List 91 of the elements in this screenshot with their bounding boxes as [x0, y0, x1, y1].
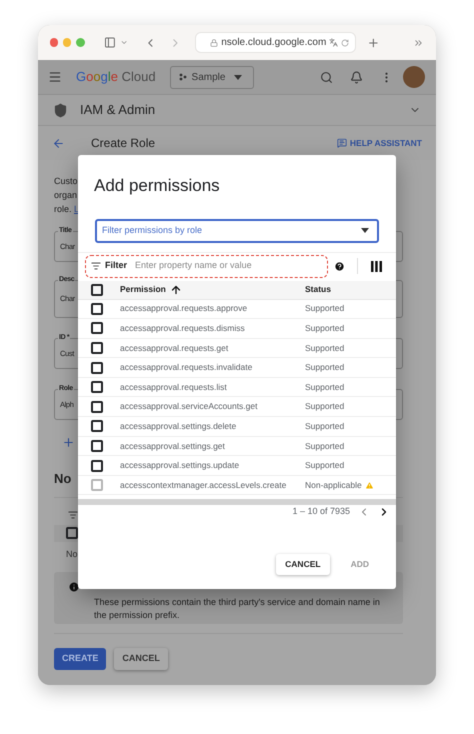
checkbox[interactable] — [91, 302, 103, 315]
checkbox[interactable] — [91, 284, 103, 296]
table-row[interactable]: accessapproval.requests.get Supported — [78, 338, 396, 358]
filter-label: Filter — [105, 259, 128, 272]
caret-icon — [234, 74, 242, 80]
table-row[interactable]: accessapproval.settings.get Supported — [78, 436, 396, 456]
empty-text: No — [66, 548, 78, 560]
checkbox[interactable] — [91, 479, 103, 492]
sidebar-icon[interactable] — [104, 36, 116, 49]
permission-cell: accessapproval.settings.delete — [120, 420, 236, 433]
sort-ascending-icon[interactable] — [170, 284, 182, 296]
table-row[interactable]: accessapproval.serviceAccounts.get Supported — [78, 397, 396, 418]
table-row[interactable]: accessapproval.requests.approve Supported — [78, 300, 396, 320]
checkbox[interactable] — [91, 420, 103, 432]
create-button[interactable]: CREATE — [54, 648, 106, 670]
select-placeholder: Filter permissions by role — [102, 224, 202, 237]
intro-text: Custo — [54, 175, 78, 188]
table-row[interactable]: accessapproval.settings.delete Supported — [78, 417, 396, 437]
status-cell: Supported — [305, 440, 344, 452]
add-icon[interactable] — [62, 436, 75, 449]
cancel-button[interactable]: CANCEL — [114, 648, 168, 670]
role-filter-select[interactable]: Filter permissions by role — [95, 218, 379, 242]
section-heading: No — [54, 470, 72, 488]
table-row[interactable]: accessapproval.requests.dismiss Supported — [78, 319, 396, 339]
avatar[interactable] — [402, 66, 425, 88]
back-arrow-icon[interactable] — [52, 136, 65, 150]
caret-icon — [361, 228, 369, 233]
project-picker[interactable]: Sample — [170, 66, 254, 88]
filter-icon — [91, 261, 101, 271]
checkbox[interactable] — [91, 322, 103, 334]
url-text: nsole.cloud.google.com — [221, 36, 326, 50]
permission-cell: accessapproval.requests.list — [120, 380, 227, 394]
help-assistant-button[interactable]: HELP ASSISTANT — [336, 136, 422, 150]
dialog-title: Add permissions — [94, 175, 221, 197]
cancel-button[interactable]: CANCEL — [276, 554, 330, 575]
info-icon — [68, 581, 80, 593]
address-bar[interactable]: nsole.cloud.google.com — [195, 32, 356, 53]
shield-icon — [53, 102, 68, 118]
translate-icon[interactable] — [329, 38, 338, 47]
status-cell: Supported — [305, 342, 344, 354]
column-header: Status — [305, 283, 332, 296]
chevron-down-icon[interactable] — [120, 38, 129, 47]
chat-icon — [336, 138, 347, 148]
table-row[interactable]: accessapproval.settings.update Supported — [78, 456, 396, 476]
horizontal-scrollbar[interactable] — [78, 499, 396, 506]
nodes-icon — [178, 73, 187, 81]
search-icon[interactable] — [320, 70, 333, 84]
status-cell: Supported — [305, 380, 344, 394]
checkbox[interactable] — [91, 400, 103, 413]
reload-icon[interactable] — [341, 38, 350, 46]
status-cell: Supported — [305, 459, 344, 472]
columns-icon[interactable] — [371, 260, 382, 272]
notifications-icon[interactable] — [350, 70, 363, 84]
status-cell: Supported — [305, 420, 344, 433]
status-cell: Non-applicable — [305, 478, 362, 492]
checkbox[interactable] — [91, 440, 103, 452]
permission-cell: accesscontextmanager.accessLevels.create — [120, 478, 286, 492]
close-icon[interactable] — [50, 38, 58, 47]
page-title: Create Role — [91, 135, 156, 152]
intro-text: organ — [54, 189, 78, 202]
info-text: These permissions contain the third party's service and domain name in the permission prefix. — [94, 596, 381, 622]
permission-cell: accessapproval.requests.invalidate — [120, 361, 252, 374]
lock-icon — [210, 38, 218, 46]
filter-bar[interactable]: Filter Enter property name or value — [85, 254, 328, 278]
permission-cell: accessapproval.settings.get — [120, 440, 225, 452]
permission-cell: accessapproval.requests.dismiss — [120, 322, 245, 335]
status-cell: Supported — [305, 361, 344, 374]
section-title: IAM & Admin — [80, 101, 156, 120]
warning-icon — [364, 480, 374, 490]
filter-input[interactable]: Enter property name or value — [135, 259, 322, 273]
intro-text: role. L — [54, 203, 80, 216]
checkbox[interactable] — [91, 460, 103, 472]
checkbox[interactable] — [91, 362, 103, 374]
menu-icon[interactable] — [48, 70, 62, 84]
permission-cell: accessapproval.requests.approve — [120, 302, 248, 316]
checkbox[interactable] — [91, 342, 103, 354]
status-cell: Supported — [305, 322, 344, 335]
permission-cell: accessapproval.requests.get — [120, 342, 228, 354]
checkbox[interactable] — [91, 381, 103, 394]
table-row[interactable]: accesscontextmanager.accessLevels.create Non-applicable — [78, 476, 396, 496]
help-icon[interactable] — [334, 260, 345, 272]
permission-cell: accessapproval.serviceAccounts.get — [120, 400, 258, 414]
column-header[interactable]: Permission — [120, 283, 166, 296]
permission-cell: accessapproval.settings.update — [120, 459, 240, 472]
pagination-text: 1 – 10 of 7935 — [292, 505, 350, 518]
status-cell: Supported — [305, 302, 344, 316]
status-cell: Supported — [305, 400, 344, 414]
logo[interactable]: Google Cloud — [76, 67, 156, 87]
table-row[interactable]: accessapproval.requests.list Supported — [78, 378, 396, 398]
table-row[interactable]: accessapproval.requests.invalidate Supported — [78, 358, 396, 378]
filter-icon[interactable] — [68, 510, 78, 520]
